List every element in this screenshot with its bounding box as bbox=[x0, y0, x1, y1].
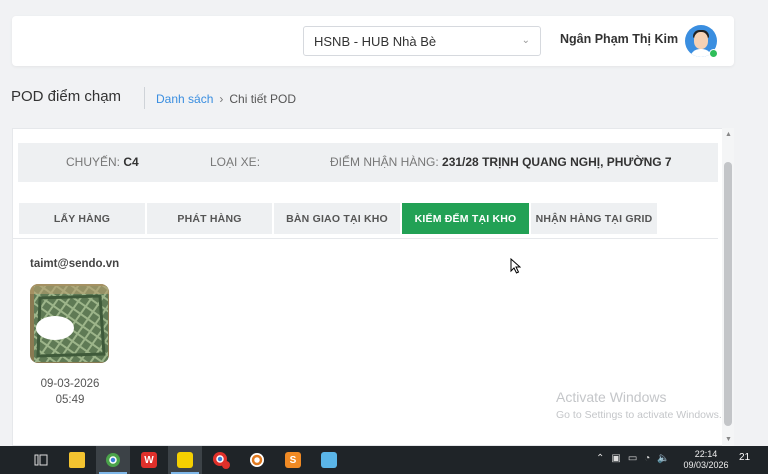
scroll-down-icon[interactable]: ▼ bbox=[725, 436, 732, 443]
tab-phat-hang[interactable]: PHÁT HÀNG bbox=[147, 203, 272, 234]
breadcrumb: Danh sách › Chi tiết POD bbox=[156, 92, 296, 106]
pod-photo[interactable] bbox=[30, 284, 109, 363]
pickup-point-info: ĐIỂM NHẬN HÀNG: 231/28 TRỊNH QUANG NGHỊ,… bbox=[330, 155, 672, 169]
wifi-icon[interactable]: ◔ bbox=[644, 453, 650, 464]
trip-info: CHUYẾN: C4 bbox=[66, 155, 139, 169]
chevron-down-icon: ⌄ bbox=[521, 35, 530, 46]
chrome-icon[interactable] bbox=[96, 446, 130, 474]
notepad-icon[interactable] bbox=[312, 446, 346, 474]
top-header: HSNB - HUB Nhà Bè ⌄ Ngân Phạm Thị Kim bbox=[12, 16, 734, 66]
activate-windows-watermark: Activate Windows Go to Settings to activ… bbox=[556, 389, 722, 421]
title-divider bbox=[144, 87, 145, 109]
mouse-cursor-icon bbox=[510, 258, 521, 274]
vehicle-type-info: LOẠI XE: bbox=[210, 155, 261, 169]
trip-value: C4 bbox=[123, 155, 139, 169]
windows-taskbar: W S ⌃ ▣ ▭ ◔ 🔈 22:14 09/03/2026 21 bbox=[0, 446, 768, 474]
scroll-up-icon[interactable]: ▲ bbox=[725, 131, 732, 138]
photo-timestamp: 09-03-2026 05:49 bbox=[30, 376, 110, 408]
tab-ban-giao-tai-kho[interactable]: BÀN GIAO TẠI KHO bbox=[274, 203, 400, 234]
record-email: taimt@sendo.vn bbox=[30, 258, 120, 270]
scrollbar-thumb[interactable] bbox=[724, 162, 732, 426]
sticky-notes-icon[interactable] bbox=[168, 446, 202, 474]
breadcrumb-current: Chi tiết POD bbox=[229, 92, 297, 106]
hub-select[interactable]: HSNB - HUB Nhà Bè ⌄ bbox=[303, 26, 541, 56]
pod-tabs: LẤY HÀNG PHÁT HÀNG BÀN GIAO TẠI KHO KIỂM… bbox=[19, 203, 657, 234]
breadcrumb-link-list[interactable]: Danh sách bbox=[156, 92, 213, 106]
app-icon[interactable] bbox=[240, 446, 274, 474]
hub-select-value: HSNB - HUB Nhà Bè bbox=[314, 33, 437, 49]
tab-nhan-hang-tai-grid[interactable]: NHẬN HÀNG TẠI GRID bbox=[531, 203, 657, 234]
notification-count: 21 bbox=[739, 452, 751, 463]
volume-icon[interactable]: 🔈 bbox=[657, 453, 669, 464]
user-name[interactable]: Ngân Phạm Thị Kim bbox=[560, 32, 678, 46]
breadcrumb-separator-icon: › bbox=[219, 92, 224, 106]
clock-time: 22:14 bbox=[694, 449, 718, 459]
watermark-subtitle: Go to Settings to activate Windows. bbox=[556, 409, 722, 421]
clock-date: 09/03/2026 bbox=[683, 460, 729, 470]
chrome-profile-icon[interactable] bbox=[204, 446, 238, 474]
sublime-text-icon[interactable]: S bbox=[276, 446, 310, 474]
tab-divider bbox=[13, 238, 718, 239]
photo-date: 09-03-2026 bbox=[40, 378, 100, 390]
online-status-icon bbox=[709, 49, 718, 58]
taskbar-clock[interactable]: 22:14 09/03/2026 bbox=[680, 449, 732, 471]
notification-center-icon[interactable]: 21 bbox=[739, 452, 750, 463]
file-explorer-icon[interactable] bbox=[60, 446, 94, 474]
network-tray-icon[interactable]: ▣ bbox=[611, 453, 620, 464]
wps-office-icon[interactable]: W bbox=[132, 446, 166, 474]
trip-info-bar: CHUYẾN: C4 LOẠI XE: ĐIỂM NHẬN HÀNG: 231/… bbox=[18, 143, 718, 182]
task-view-icon[interactable] bbox=[24, 446, 58, 474]
pickup-point-value: 231/28 TRỊNH QUANG NGHỊ, PHƯỜNG 7 bbox=[442, 155, 672, 169]
tab-lay-hang[interactable]: LẤY HÀNG bbox=[19, 203, 145, 234]
show-hidden-icons-icon[interactable]: ⌃ bbox=[596, 453, 604, 464]
system-tray: ⌃ ▣ ▭ ◔ 🔈 bbox=[596, 453, 670, 464]
photo-time: 05:49 bbox=[55, 394, 85, 406]
tab-kiem-dem-tai-kho[interactable]: KIỂM ĐẾM TẠI KHO bbox=[402, 203, 529, 234]
battery-icon[interactable]: ▭ bbox=[628, 453, 637, 464]
page-title: POD điểm chạm bbox=[11, 88, 122, 105]
watermark-title: Activate Windows bbox=[556, 389, 667, 405]
